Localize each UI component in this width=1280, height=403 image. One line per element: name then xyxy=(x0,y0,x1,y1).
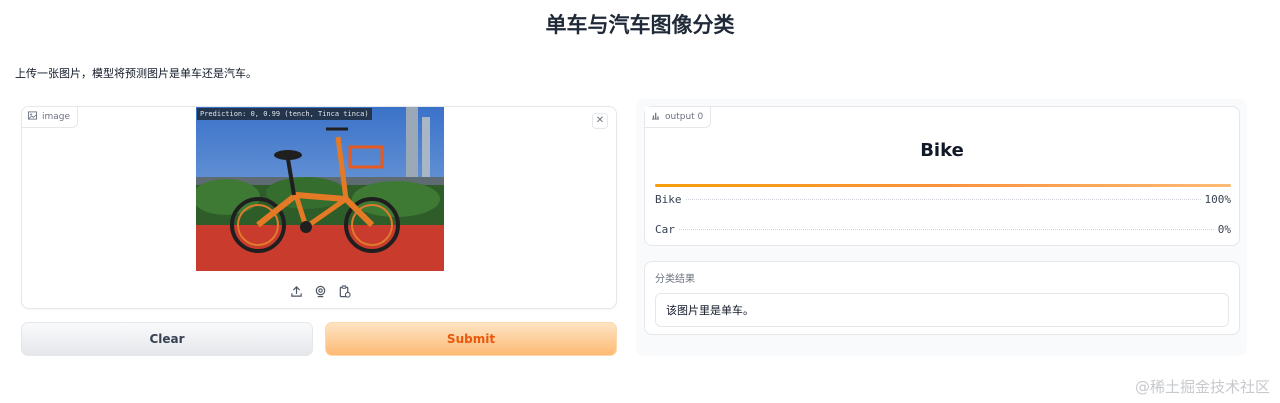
result-panel: 分类结果 该图片里是单车。 xyxy=(644,261,1240,335)
predicted-class: Bike xyxy=(920,140,964,161)
output-label-text: output 0 xyxy=(665,112,704,122)
prediction-overlay: Prediction: 0, 0.99 (tench, Tinca tinca) xyxy=(197,108,372,120)
close-icon[interactable]: ✕ xyxy=(592,113,608,129)
result-textbox[interactable]: 该图片里是单车。 xyxy=(655,293,1229,327)
confidence-value: 0% xyxy=(1217,223,1231,236)
result-text: 该图片里是单车。 xyxy=(666,304,754,317)
confidence-label: Bike xyxy=(655,193,682,206)
result-label: 分类结果 xyxy=(655,274,695,285)
image-source-toolbar xyxy=(288,283,352,299)
dotted-leader xyxy=(678,229,1214,230)
confidence-row-car: Car 0% xyxy=(655,223,1231,236)
label-output-panel: output 0 Bike Bike 100% Car 0% xyxy=(644,106,1240,246)
clipboard-icon[interactable] xyxy=(336,283,352,299)
upload-icon[interactable] xyxy=(288,283,304,299)
confidence-value: 100% xyxy=(1204,193,1232,206)
output-block-label: output 0 xyxy=(645,107,712,128)
dotted-leader xyxy=(685,199,1201,200)
uploaded-bike-photo xyxy=(196,107,444,271)
confidence-row-bike: Bike 100% xyxy=(655,193,1231,206)
page-description: 上传一张图片，模型将预测图片是单车还是汽车。 xyxy=(15,67,257,80)
page-title: 单车与汽车图像分类 xyxy=(545,13,735,37)
image-input-panel[interactable]: Prediction: 0, 0.99 (tench, Tinca tinca)… xyxy=(21,106,617,309)
clear-button[interactable]: Clear xyxy=(21,322,313,356)
webcam-icon[interactable] xyxy=(312,283,328,299)
confidence-bar xyxy=(655,184,1231,187)
image-icon xyxy=(28,111,37,123)
confidence-bar-fill xyxy=(655,184,1231,187)
watermark: @稀土掘金技术社区 xyxy=(1134,378,1270,396)
image-label-text: image xyxy=(42,112,71,122)
confidence-label: Car xyxy=(655,223,675,236)
image-block-label: image xyxy=(22,107,79,128)
bar-chart-icon xyxy=(651,111,660,123)
submit-button[interactable]: Submit xyxy=(325,322,617,356)
